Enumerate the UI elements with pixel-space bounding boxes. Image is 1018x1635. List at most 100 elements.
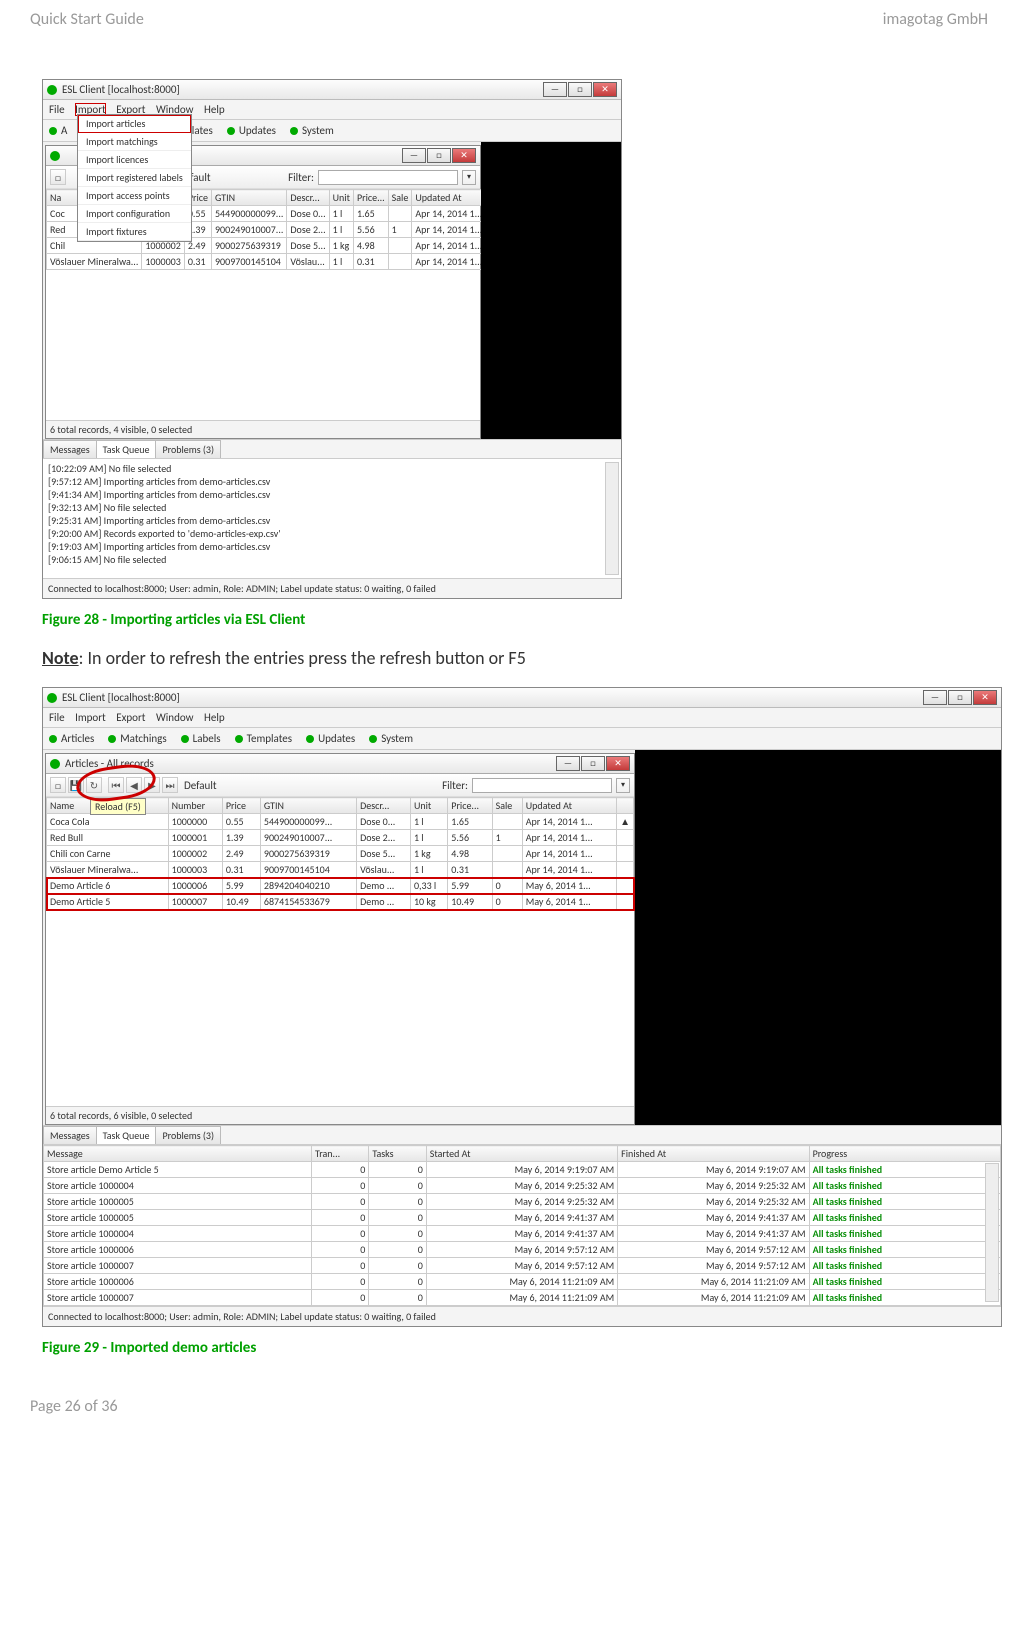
table-row[interactable]: Chili con Carne10000022.499000275639319D…: [47, 846, 634, 862]
nav-tab-articles[interactable]: Articles: [49, 732, 94, 745]
first-icon[interactable]: ⏮: [108, 777, 124, 793]
tab-problems[interactable]: Problems (3): [155, 1126, 221, 1144]
sub-minimize-button[interactable]: —: [402, 148, 426, 163]
col-header[interactable]: Started At: [426, 1146, 617, 1162]
save-icon[interactable]: 💾: [68, 777, 84, 793]
col-header[interactable]: Message: [44, 1146, 312, 1162]
import-registered-labels-item[interactable]: Import registered labels: [78, 169, 191, 187]
cell: Dose 5...: [357, 846, 411, 862]
close-button[interactable]: ✕: [593, 82, 617, 97]
col-header[interactable]: Price...: [353, 190, 388, 206]
prev-icon[interactable]: ◀: [126, 777, 142, 793]
table-row[interactable]: Store article Demo Article 500May 6, 201…: [44, 1162, 1001, 1178]
table-row[interactable]: Store article 100000600May 6, 2014 9:57:…: [44, 1242, 1001, 1258]
col-header[interactable]: Descr...: [287, 190, 329, 206]
tab-problems[interactable]: Problems (3): [155, 440, 221, 458]
menu-file[interactable]: File: [49, 711, 65, 724]
nav-tab-articles[interactable]: A: [49, 124, 67, 137]
import-access-points-item[interactable]: Import access points: [78, 187, 191, 205]
table-row[interactable]: Store article 100000400May 6, 2014 9:41:…: [44, 1226, 1001, 1242]
menu-help[interactable]: Help: [204, 103, 225, 116]
table-row[interactable]: Store article 100000400May 6, 2014 9:25:…: [44, 1178, 1001, 1194]
minimize-button[interactable]: —: [923, 690, 947, 705]
nav-tab-updates[interactable]: Updates: [227, 124, 276, 137]
close-button[interactable]: ✕: [973, 690, 997, 705]
table-row[interactable]: Demo Article 610000065.992894204040210De…: [47, 878, 634, 894]
tab-messages[interactable]: Messages: [43, 440, 97, 458]
filter-input[interactable]: [318, 170, 458, 185]
import-fixtures-item[interactable]: Import fixtures: [78, 223, 191, 241]
col-header[interactable]: Price...: [448, 798, 492, 814]
table-row[interactable]: Store article 100000500May 6, 2014 9:41:…: [44, 1210, 1001, 1226]
col-header[interactable]: GTIN: [260, 798, 356, 814]
filter-dropdown-button[interactable]: ▾: [462, 170, 476, 185]
col-header[interactable]: Progress: [809, 1146, 1000, 1162]
cell: 0: [369, 1194, 426, 1210]
last-icon[interactable]: ⏭: [162, 777, 178, 793]
menu-export[interactable]: Export: [116, 711, 145, 724]
sub-close-button[interactable]: ✕: [606, 756, 630, 771]
table-row[interactable]: Coca Cola10000000.55544900000099...Dose …: [47, 814, 634, 830]
scrollbar[interactable]: [605, 462, 619, 575]
import-licences-item[interactable]: Import licences: [78, 151, 191, 169]
menubar[interactable]: File Import Export Window Help Import ar…: [43, 100, 621, 120]
table-row[interactable]: Store article 100000700May 6, 2014 11:21…: [44, 1290, 1001, 1306]
nav-tab-updates[interactable]: Updates: [306, 732, 355, 745]
menu-file[interactable]: File: [49, 103, 65, 116]
sub-minimize-button[interactable]: —: [556, 756, 580, 771]
col-header[interactable]: Tasks: [369, 1146, 426, 1162]
import-articles-item[interactable]: Import articles: [78, 115, 191, 133]
tab-messages[interactable]: Messages: [43, 1126, 97, 1144]
maximize-button[interactable]: □: [568, 82, 592, 97]
table-row[interactable]: Red Bull10000011.39900249010007...Dose 2…: [47, 830, 634, 846]
table-row[interactable]: Store article 100000500May 6, 2014 9:25:…: [44, 1194, 1001, 1210]
menu-window[interactable]: Window: [156, 711, 194, 724]
menu-help[interactable]: Help: [204, 711, 225, 724]
sub-maximize-button[interactable]: □: [427, 148, 451, 163]
col-header[interactable]: Number: [168, 798, 222, 814]
nav-tab-labels[interactable]: Labels: [181, 732, 221, 745]
table-row[interactable]: Store article 100000700May 6, 2014 9:57:…: [44, 1258, 1001, 1274]
col-header[interactable]: GTIN: [211, 190, 286, 206]
nav-tab-system[interactable]: System: [290, 124, 334, 137]
import-configuration-item[interactable]: Import configuration: [78, 205, 191, 223]
table-row[interactable]: Vöslauer Mineralwa...10000030.3190097001…: [47, 254, 503, 270]
new-icon[interactable]: □: [50, 777, 66, 793]
table-row[interactable]: Vöslauer Mineralwa...10000030.3190097001…: [47, 862, 634, 878]
menubar[interactable]: File Import Export Window Help: [43, 708, 1001, 728]
nav-tab-system[interactable]: System: [369, 732, 413, 745]
menu-import[interactable]: Import: [75, 711, 106, 724]
filter-dropdown-button[interactable]: ▾: [616, 778, 630, 793]
nav-tab-matchings[interactable]: Matchings: [108, 732, 166, 745]
table-row[interactable]: Store article 100000600May 6, 2014 11:21…: [44, 1274, 1001, 1290]
filter-input[interactable]: [472, 778, 612, 793]
reload-icon[interactable]: ↻: [86, 777, 102, 793]
cell: 0: [311, 1258, 368, 1274]
log-line: [9:06:15 AM] No file selected: [48, 553, 616, 566]
tab-task-queue[interactable]: Task Queue: [96, 1126, 157, 1144]
maximize-button[interactable]: □: [948, 690, 972, 705]
table-row[interactable]: Demo Article 5100000710.496874154533679D…: [47, 894, 634, 910]
import-matchings-item[interactable]: Import matchings: [78, 133, 191, 151]
cell: May 6, 2014 11:21:09 AM: [618, 1274, 809, 1290]
scrollbar[interactable]: [985, 1163, 999, 1302]
cell: May 6, 2014 9:41:37 AM: [618, 1210, 809, 1226]
col-header[interactable]: Price: [222, 798, 260, 814]
col-header[interactable]: Descr...: [357, 798, 411, 814]
col-header[interactable]: Sale: [492, 798, 522, 814]
col-header[interactable]: Updated At: [522, 798, 616, 814]
col-header[interactable]: Updated At: [412, 190, 486, 206]
col-header[interactable]: Sale: [388, 190, 412, 206]
sub-maximize-button[interactable]: □: [581, 756, 605, 771]
col-header[interactable]: Tran...: [311, 1146, 368, 1162]
col-header[interactable]: Finished At: [618, 1146, 809, 1162]
sub-close-button[interactable]: ✕: [452, 148, 476, 163]
nav-tab-templates[interactable]: Templates: [235, 732, 292, 745]
new-icon[interactable]: □: [50, 169, 66, 185]
col-header[interactable]: Unit: [410, 798, 447, 814]
col-header[interactable]: Unit: [329, 190, 353, 206]
minimize-button[interactable]: —: [543, 82, 567, 97]
tab-task-queue[interactable]: Task Queue: [96, 440, 157, 458]
cell: 0: [369, 1226, 426, 1242]
next-icon[interactable]: ▶: [144, 777, 160, 793]
